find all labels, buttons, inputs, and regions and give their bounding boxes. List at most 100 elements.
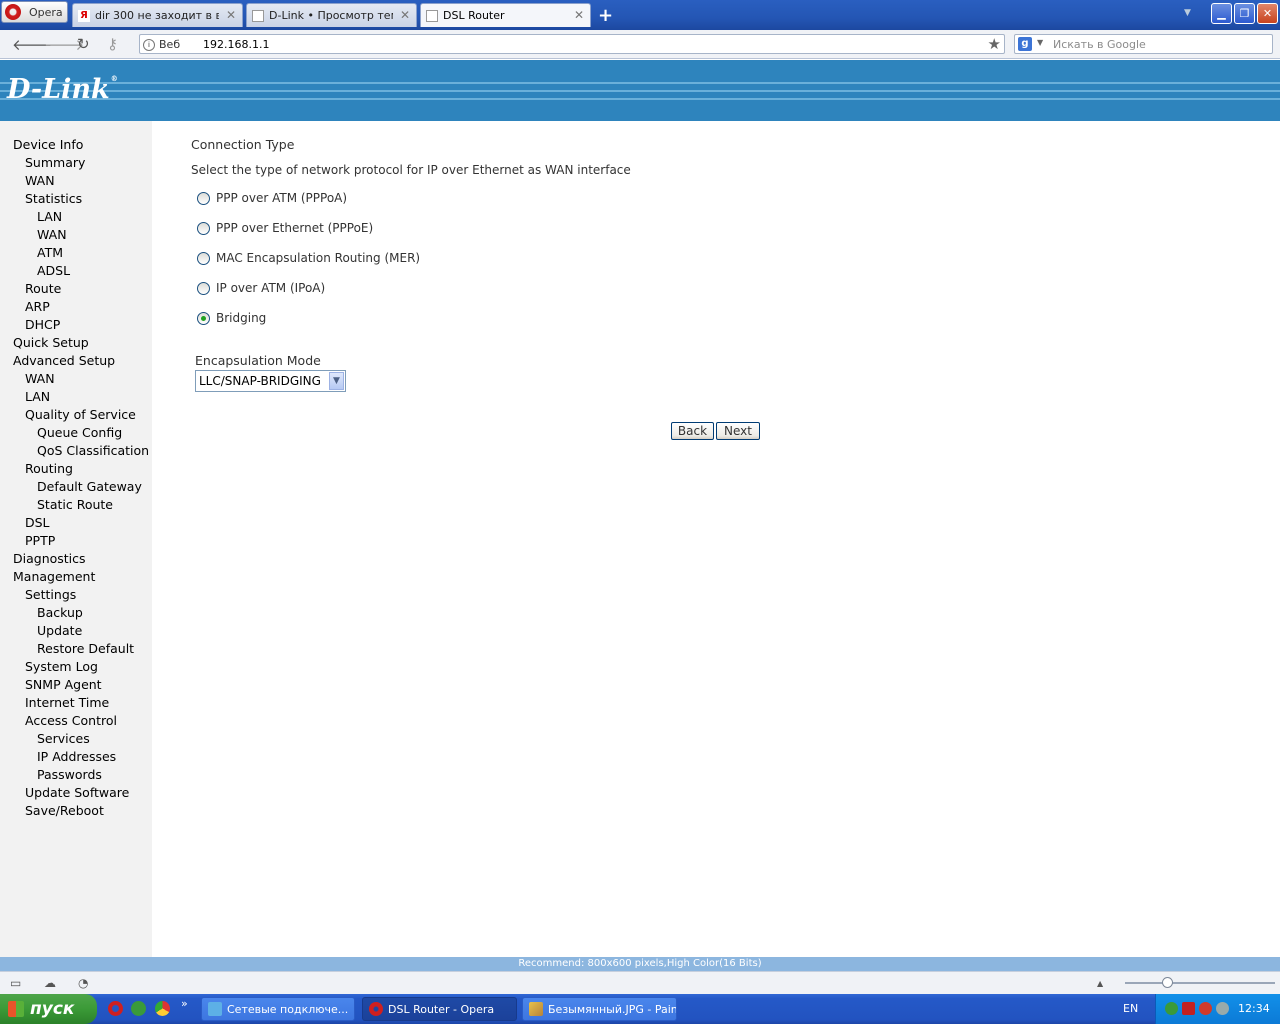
- sidebar-item-wan[interactable]: WAN: [25, 173, 55, 188]
- sidebar-item-device-info[interactable]: Device Info: [13, 137, 83, 152]
- resolution-note: Recommend: 800x600 pixels,High Color(16 …: [0, 957, 1280, 971]
- close-tab-icon[interactable]: ✕: [400, 8, 410, 22]
- search-field[interactable]: g ▼ Искать в Google: [1014, 34, 1273, 54]
- sidebar-item-save-reboot[interactable]: Save/Reboot: [25, 803, 104, 818]
- sidebar-item-backup[interactable]: Backup: [37, 605, 83, 620]
- sidebar-item-system-log[interactable]: System Log: [25, 659, 98, 674]
- minimize-window-button[interactable]: ▁: [1211, 3, 1232, 24]
- utorrent-quicklaunch-icon[interactable]: [131, 1001, 146, 1016]
- sidebar-item-adsl[interactable]: ADSL: [37, 263, 70, 278]
- radio-mer[interactable]: [197, 252, 210, 265]
- sidebar-item-advanced-setup[interactable]: Advanced Setup: [13, 353, 115, 368]
- sidebar-item-snmp-agent[interactable]: SNMP Agent: [25, 677, 102, 692]
- wand-key-icon[interactable]: ⚷: [107, 35, 118, 53]
- search-engine-chevron-icon[interactable]: ▼: [1037, 38, 1043, 47]
- radio-label-ipoa: IP over ATM (IPoA): [216, 281, 326, 295]
- sidebar-item-static-route[interactable]: Static Route: [37, 497, 113, 512]
- utorrent-tray-icon[interactable]: [1165, 1002, 1178, 1015]
- ati-tray-icon[interactable]: [1182, 1002, 1195, 1015]
- quicklaunch-overflow-icon[interactable]: »: [181, 997, 188, 1010]
- sidebar-item-summary[interactable]: Summary: [25, 155, 85, 170]
- tab-yandex[interactable]: Я dir 300 не заходит в ве... ✕: [72, 3, 243, 27]
- header-stripe: [0, 98, 1280, 100]
- sidebar-item-update[interactable]: Update: [37, 623, 82, 638]
- sidebar-item-settings[interactable]: Settings: [25, 587, 76, 602]
- restore-window-button[interactable]: ❐: [1234, 3, 1255, 24]
- sidebar-item-arp[interactable]: ARP: [25, 299, 50, 314]
- sidebar-item-quick-setup[interactable]: Quick Setup: [13, 335, 89, 350]
- sidebar-item-access-control[interactable]: Access Control: [25, 713, 117, 728]
- taskbar-item-paint[interactable]: Безымянный.JPG - Paint: [522, 997, 677, 1021]
- taskbar-item-network[interactable]: Сетевые подключе...: [201, 997, 355, 1021]
- sidebar-item-services[interactable]: Services: [37, 731, 90, 746]
- close-window-button[interactable]: ✕: [1257, 3, 1278, 24]
- sidebar-item-lan[interactable]: LAN: [25, 389, 50, 404]
- reload-icon[interactable]: ↻: [77, 35, 90, 53]
- tab-dlink-forum[interactable]: D-Link • Просмотр темы ... ✕: [246, 3, 417, 27]
- clock: 12:34: [1238, 1002, 1270, 1015]
- sidebar-item-internet-time[interactable]: Internet Time: [25, 695, 109, 710]
- sidebar-item-qos-classification[interactable]: QoS Classification: [37, 443, 149, 458]
- sidebar-item-queue-config[interactable]: Queue Config: [37, 425, 122, 440]
- yandex-favicon-icon: Я: [78, 9, 90, 22]
- sidebar-item-statistics[interactable]: Statistics: [25, 191, 82, 206]
- address-bar[interactable]: i Веб 192.168.1.1 ★: [139, 34, 1005, 54]
- sidebar-item-passwords[interactable]: Passwords: [37, 767, 102, 782]
- sidebar-item-route[interactable]: Route: [25, 281, 61, 296]
- volume-tray-icon[interactable]: [1216, 1002, 1229, 1015]
- close-tab-icon[interactable]: ✕: [574, 8, 584, 22]
- radio-pppoa[interactable]: [197, 192, 210, 205]
- tab-dsl-router[interactable]: DSL Router ✕: [420, 3, 591, 27]
- opera-logo-icon: [5, 4, 21, 20]
- turbo-gauge-icon[interactable]: ◔: [78, 976, 88, 990]
- radio-pppoe[interactable]: [197, 222, 210, 235]
- chrome-quicklaunch-icon[interactable]: [155, 1001, 170, 1016]
- new-tab-icon[interactable]: +: [598, 5, 613, 26]
- start-button[interactable]: пуск: [0, 994, 97, 1024]
- zoom-slider-handle[interactable]: [1162, 977, 1173, 988]
- zoom-slider[interactable]: [1125, 982, 1275, 984]
- sidebar-item-management[interactable]: Management: [13, 569, 95, 584]
- main-content: Connection Type Select the type of netwo…: [152, 121, 1280, 957]
- sidebar-item-default-gateway[interactable]: Default Gateway: [37, 479, 142, 494]
- language-indicator[interactable]: EN: [1123, 1002, 1138, 1015]
- sidebar-item-wan[interactable]: WAN: [37, 227, 67, 242]
- next-button[interactable]: Next: [716, 422, 760, 440]
- bookmark-star-icon[interactable]: ★: [988, 35, 1001, 53]
- opera-menu-button[interactable]: Opera: [1, 1, 68, 23]
- sidebar-item-atm[interactable]: ATM: [37, 245, 63, 260]
- close-tab-icon[interactable]: ✕: [226, 8, 236, 22]
- encapsulation-mode-select[interactable]: LLC/SNAP-BRIDGING ▼: [195, 370, 346, 392]
- sidebar-item-restore-default[interactable]: Restore Default: [37, 641, 134, 656]
- address-prefix[interactable]: i Веб: [143, 37, 193, 52]
- opera-quicklaunch-icon[interactable]: [108, 1001, 123, 1016]
- opera-unite-cloud-icon[interactable]: ☁: [44, 976, 56, 990]
- back-button[interactable]: Back: [671, 422, 714, 440]
- taskbar-item-label: Сетевые подключе...: [227, 1002, 349, 1016]
- tab-title: DSL Router: [443, 9, 505, 22]
- sidebar-item-wan[interactable]: WAN: [25, 371, 55, 386]
- zoom-up-arrow-icon[interactable]: ▲: [1097, 979, 1103, 988]
- tab-list-chevron-icon[interactable]: ▼: [1184, 8, 1191, 18]
- radio-bridging[interactable]: [197, 312, 210, 325]
- sidebar-item-pptp[interactable]: PPTP: [25, 533, 55, 548]
- sidebar-item-dsl[interactable]: DSL: [25, 515, 50, 530]
- sidebar-item-update-software[interactable]: Update Software: [25, 785, 129, 800]
- address-url[interactable]: 192.168.1.1: [203, 38, 269, 51]
- globe-icon: i: [143, 38, 155, 51]
- windows-flag-icon: [8, 1001, 24, 1017]
- taskbar-item-opera[interactable]: DSL Router - Opera: [362, 997, 517, 1021]
- panel-toggle-icon[interactable]: ▭: [10, 976, 21, 990]
- sidebar-item-quality-of-service[interactable]: Quality of Service: [25, 407, 136, 422]
- sidebar-item-dhcp[interactable]: DHCP: [25, 317, 60, 332]
- windows-taskbar: пуск » Сетевые подключе... DSL Router - …: [0, 994, 1280, 1024]
- antivirus-tray-icon[interactable]: [1199, 1002, 1212, 1015]
- sidebar-item-routing[interactable]: Routing: [25, 461, 73, 476]
- radio-ipoa[interactable]: [197, 282, 210, 295]
- sidebar-item-ip-addresses[interactable]: IP Addresses: [37, 749, 116, 764]
- sidebar-item-diagnostics[interactable]: Diagnostics: [13, 551, 86, 566]
- google-icon: g: [1018, 37, 1032, 51]
- screen: Opera Я dir 300 не заходит в ве... ✕ D-L…: [0, 0, 1280, 1024]
- chevron-down-icon[interactable]: ▼: [329, 372, 344, 390]
- sidebar-item-lan[interactable]: LAN: [37, 209, 62, 224]
